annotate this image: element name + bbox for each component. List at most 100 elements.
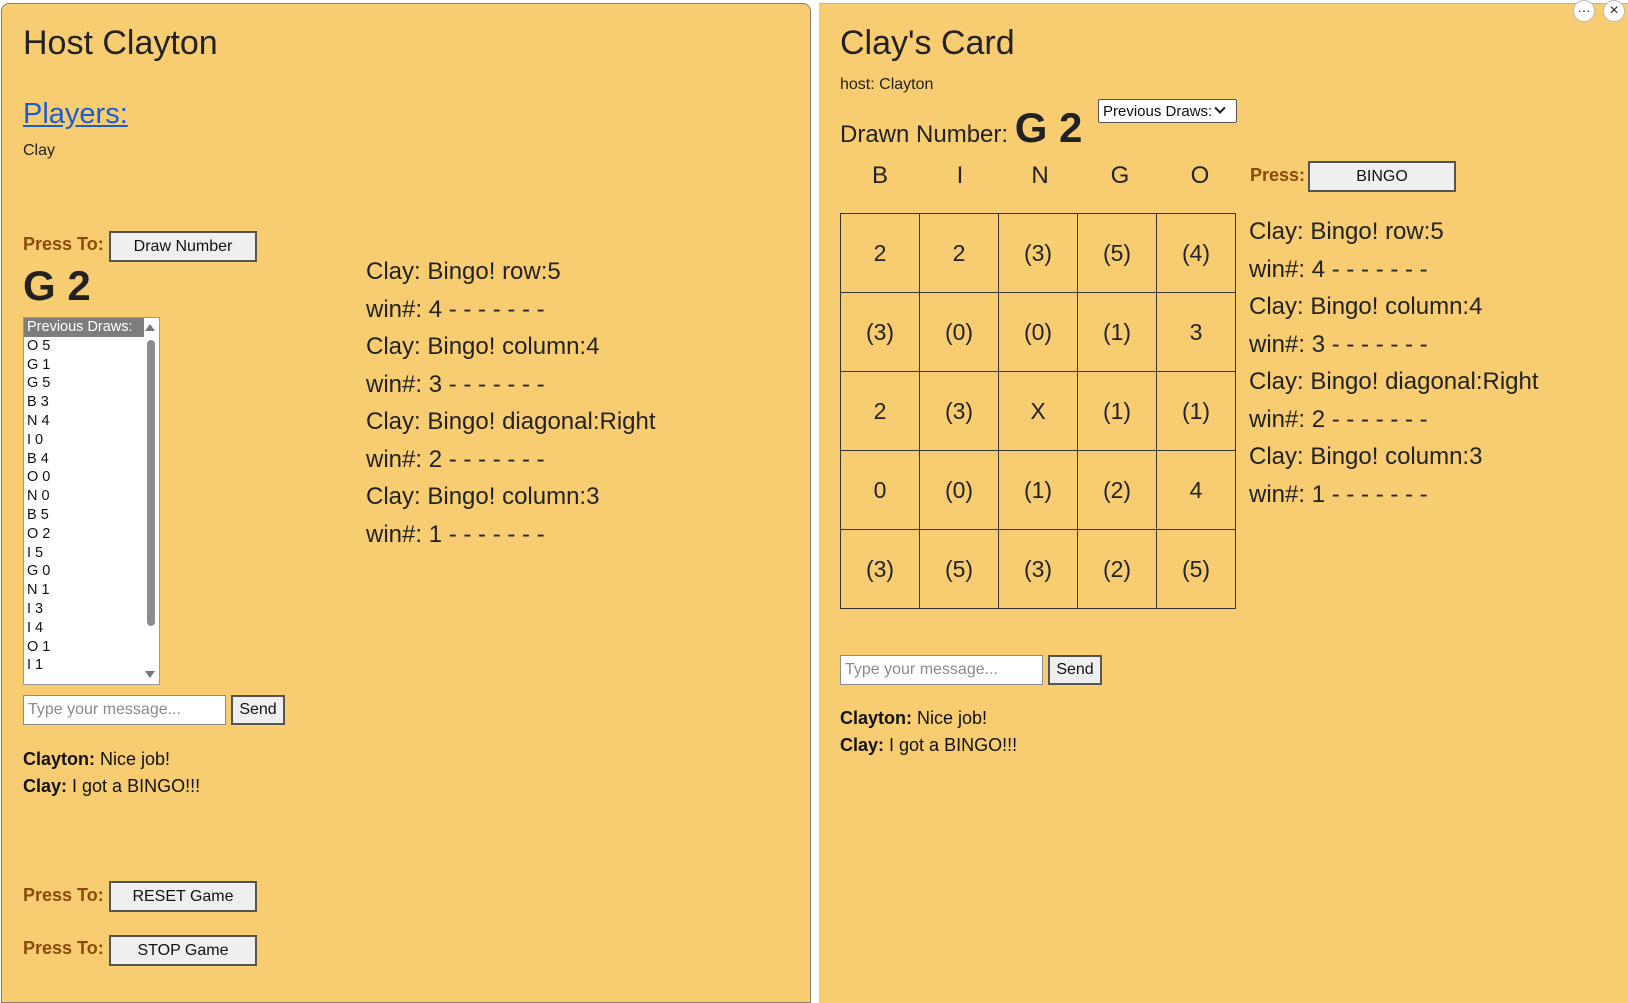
card-cell[interactable]: (5) xyxy=(1077,213,1157,293)
previous-draw-option[interactable]: G 5 xyxy=(24,374,159,393)
card-cell[interactable]: (0) xyxy=(919,292,999,372)
previous-draw-option[interactable]: I 3 xyxy=(24,600,159,619)
card-cell[interactable]: (3) xyxy=(840,529,920,609)
card-cell[interactable]: 0 xyxy=(840,450,920,530)
card-cell[interactable]: 2 xyxy=(840,213,920,293)
press-label: Press: xyxy=(1250,165,1306,185)
previous-draw-option[interactable]: G 0 xyxy=(24,562,159,581)
previous-draws-listbox[interactable]: Previous Draws: O 5G 1G 5B 3N 4I 0B 4O 0… xyxy=(23,317,160,685)
card-cell[interactable]: (0) xyxy=(998,292,1078,372)
win-log-line: Clay: Bingo! column:4 xyxy=(366,333,600,360)
win-log-line: Clay: Bingo! row:5 xyxy=(1249,218,1444,245)
card-row: 2 (3) X (1) (1) xyxy=(840,371,1236,451)
win-log-line: win#: 1 - - - - - - - xyxy=(1249,480,1428,508)
previous-draw-option[interactable]: O 0 xyxy=(24,468,159,487)
player-message-input[interactable] xyxy=(840,655,1043,685)
card-row: 0 (0) (1) (2) 4 xyxy=(840,450,1236,530)
card-cell[interactable]: (5) xyxy=(1156,529,1236,609)
win-log-line: win#: 1 - - - - - - - xyxy=(366,520,545,548)
host-win-log: Clay: Bingo! row:5 win#: 4 - - - - - - -… xyxy=(366,253,656,553)
previous-draw-option[interactable]: I 0 xyxy=(24,431,159,450)
card-cell[interactable]: (3) xyxy=(840,292,920,372)
host-title: Host Clayton xyxy=(23,24,218,62)
chat-sender: Clayton: xyxy=(840,708,912,728)
drawn-number-line: Drawn Number: G 2 xyxy=(840,104,1082,152)
previous-draw-option[interactable]: I 1 xyxy=(24,656,159,675)
win-log-line: Clay: Bingo! column:4 xyxy=(1249,293,1483,320)
previous-draw-option[interactable]: O 2 xyxy=(24,525,159,544)
host-message-input[interactable] xyxy=(23,695,226,725)
chevron-down-icon xyxy=(1214,102,1226,114)
card-cell[interactable]: X xyxy=(998,371,1078,451)
bingo-card: 2 2 (3) (5) (4) (3) (0) (0) (1) 3 2 (3) X (1) (1) 0 (0)(… xyxy=(840,213,1236,609)
chat-text: Nice job! xyxy=(917,708,988,728)
win-log-line: win#: 4 - - - - - - - xyxy=(366,295,545,323)
bingo-button[interactable]: BINGO xyxy=(1308,161,1456,192)
previous-draw-option[interactable]: G 1 xyxy=(24,356,159,375)
host-send-button[interactable]: Send xyxy=(231,695,285,725)
players-link[interactable]: Players: xyxy=(23,98,128,131)
win-log-line: Clay: Bingo! diagonal:Right xyxy=(1249,368,1539,395)
host-name-line: host: Clayton xyxy=(840,76,934,93)
chat-sender: Clay: xyxy=(23,776,68,796)
reset-game-button[interactable]: RESET Game xyxy=(109,881,257,912)
previous-draw-option[interactable]: I 4 xyxy=(24,619,159,638)
press-to-label: Press To: xyxy=(23,938,104,958)
player-send-button[interactable]: Send xyxy=(1048,655,1102,685)
card-cell[interactable]: (1) xyxy=(1156,371,1236,451)
host-panel: Host Clayton Players: Clay Press To: Dra… xyxy=(1,3,811,1003)
card-cell[interactable]: 3 xyxy=(1156,292,1236,372)
scroll-thumb[interactable] xyxy=(147,340,155,626)
card-row: (3) (0) (0) (1) 3 xyxy=(840,292,1236,372)
press-to-label: Press To: xyxy=(23,885,104,905)
chat-message: Clayton: Nice job! xyxy=(23,746,200,773)
previous-draws-select-value: Previous Draws: xyxy=(1103,102,1213,120)
close-icon[interactable]: × xyxy=(1603,0,1625,22)
card-cell[interactable]: (1) xyxy=(998,450,1078,530)
card-cell[interactable]: (1) xyxy=(1077,292,1157,372)
player-win-log: Clay: Bingo! row:5 win#: 4 - - - - - - -… xyxy=(1249,213,1539,513)
scroll-up-arrow-icon[interactable] xyxy=(145,324,155,331)
current-draw: G 2 xyxy=(23,262,91,309)
previous-draws-header-option[interactable]: Previous Draws: xyxy=(24,318,159,337)
scroll-down-arrow-icon[interactable] xyxy=(145,671,155,678)
previous-draw-option[interactable]: O 1 xyxy=(24,638,159,657)
column-letter-n: N xyxy=(1031,162,1049,189)
previous-draw-option[interactable]: B 5 xyxy=(24,506,159,525)
win-log-line: Clay: Bingo! column:3 xyxy=(1249,443,1483,470)
card-cell[interactable]: (3) xyxy=(919,371,999,451)
chat-sender: Clay: xyxy=(840,735,885,755)
previous-draw-option[interactable]: B 4 xyxy=(24,450,159,469)
card-cell[interactable]: (5) xyxy=(919,529,999,609)
card-cell[interactable]: 2 xyxy=(919,213,999,293)
more-options-icon[interactable]: ··· xyxy=(1573,0,1595,22)
drawn-number-value: G 2 xyxy=(1014,104,1083,151)
previous-draw-option[interactable]: B 3 xyxy=(24,393,159,412)
previous-draw-option[interactable]: N 1 xyxy=(24,581,159,600)
card-cell[interactable]: (0) xyxy=(919,450,999,530)
card-cell[interactable]: (2) xyxy=(1077,450,1157,530)
chat-message: Clayton: Nice job! xyxy=(840,705,1017,732)
card-cell[interactable]: (3) xyxy=(998,529,1078,609)
chat-text: I got a BINGO!!! xyxy=(889,735,1018,755)
chat-message: Clay: I got a BINGO!!! xyxy=(840,732,1017,759)
win-log-line: Clay: Bingo! column:3 xyxy=(366,483,600,510)
listbox-scrollbar[interactable] xyxy=(144,318,159,684)
card-cell[interactable]: (3) xyxy=(998,213,1078,293)
player-chat-log: Clayton: Nice job! Clay: I got a BINGO!!… xyxy=(840,705,1017,759)
card-cell[interactable]: (4) xyxy=(1156,213,1236,293)
previous-draw-option[interactable]: N 4 xyxy=(24,412,159,431)
previous-draws-options: Previous Draws: O 5G 1G 5B 3N 4I 0B 4O 0… xyxy=(24,318,159,675)
previous-draw-option[interactable]: O 5 xyxy=(24,337,159,356)
card-cell[interactable]: (2) xyxy=(1077,529,1157,609)
card-cell[interactable]: (1) xyxy=(1077,371,1157,451)
column-letter-i: I xyxy=(956,162,964,189)
previous-draws-select[interactable]: Previous Draws: xyxy=(1098,99,1237,123)
card-cell[interactable]: 4 xyxy=(1156,450,1236,530)
previous-draw-option[interactable]: I 5 xyxy=(24,544,159,563)
previous-draw-option[interactable]: N 0 xyxy=(24,487,159,506)
card-cell[interactable]: 2 xyxy=(840,371,920,451)
draw-number-button[interactable]: Draw Number xyxy=(109,231,257,262)
win-log-line: Clay: Bingo! diagonal:Right xyxy=(366,408,656,435)
stop-game-button[interactable]: STOP Game xyxy=(109,935,257,966)
